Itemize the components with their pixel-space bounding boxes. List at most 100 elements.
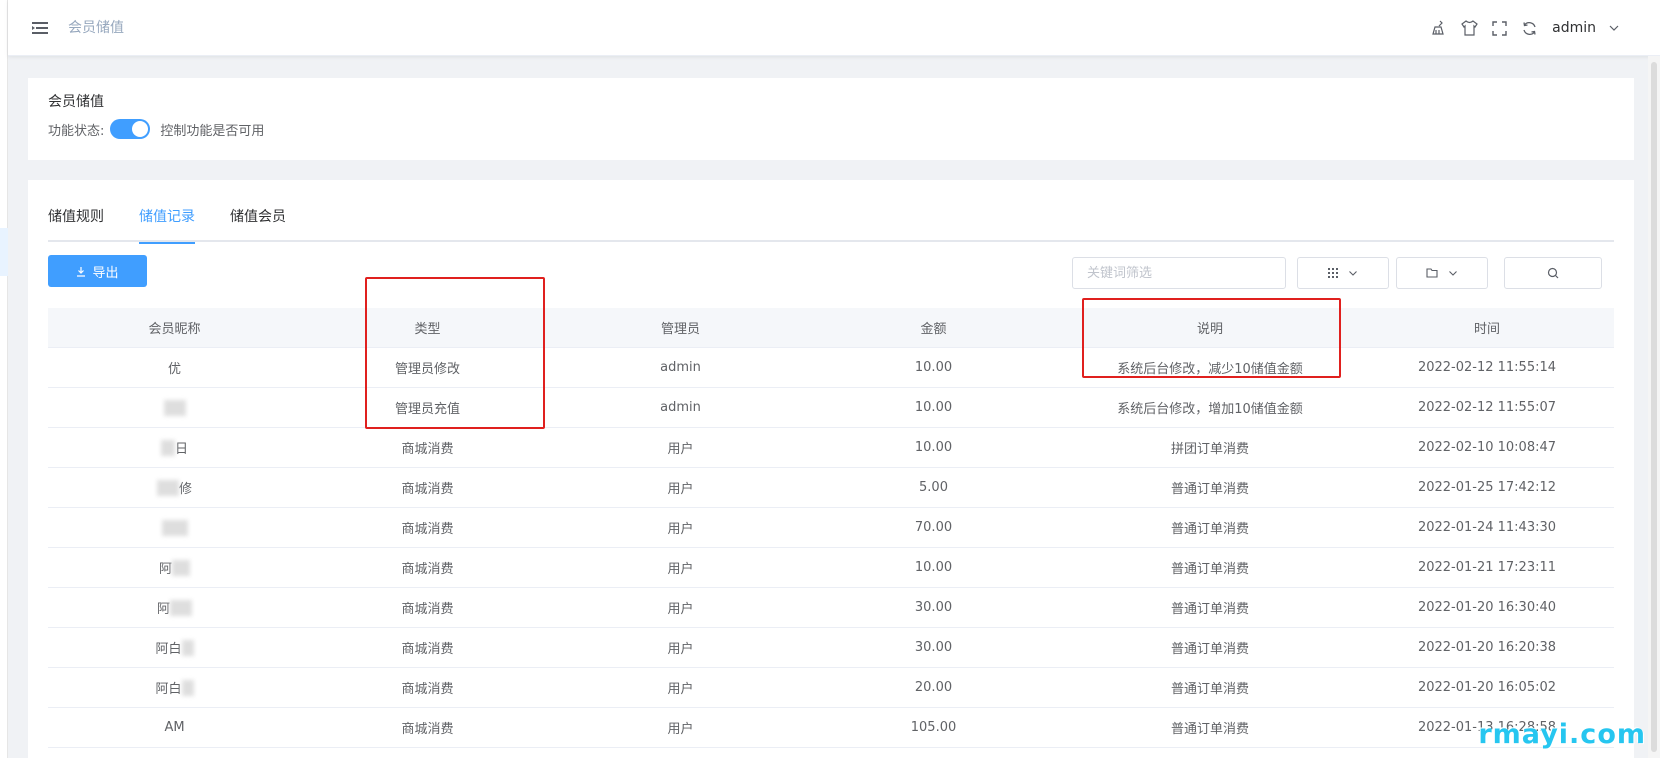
table-row: AM 商城消费 用户 105.00 普通订单消费 2022-01-13 16:2… [48, 708, 1614, 748]
cell-type: 管理员充值 [394, 402, 460, 417]
folder-icon [1426, 268, 1438, 278]
blurred-mask [181, 639, 194, 656]
nickname-text: 日 [174, 442, 188, 457]
table-row: 修 商城消费 用户 5.00 普通订单消费 2022-01-25 17:42:1… [48, 468, 1614, 508]
refresh-icon[interactable] [1520, 19, 1538, 37]
table-row: 管理员充值 admin 10.00 系统后台修改，增加10储值金额 2022-0… [48, 388, 1614, 428]
blurred-mask [172, 559, 190, 576]
tab-recharge-records[interactable]: 储值记录 [139, 204, 195, 244]
tshirt-icon[interactable] [1460, 19, 1478, 37]
cell-nickname: 阿 [48, 588, 301, 627]
broom-icon[interactable] [1430, 19, 1448, 37]
switch-knob [132, 121, 149, 137]
grid-icon [1328, 268, 1338, 278]
cell-amount: 5.00 [919, 480, 948, 495]
sidebar-active-indicator [0, 228, 8, 276]
cell-time: 2022-02-10 10:08:47 [1417, 440, 1557, 455]
cell-nickname: AM [48, 708, 301, 747]
cell-amount: 10.00 [914, 560, 953, 575]
scrollbar-thumb[interactable] [1651, 62, 1657, 752]
cell-admin: 用户 [667, 442, 694, 457]
folder-button[interactable] [1396, 257, 1488, 289]
top-header: 会员储值 admin [8, 0, 1660, 56]
export-button-label: 导出 [92, 265, 119, 281]
blurred-mask [161, 519, 188, 536]
nickname-text: 阿 [158, 562, 172, 577]
column-header-type: 类型 [414, 322, 441, 337]
cell-amount: 20.00 [914, 680, 953, 695]
nickname-text: 优 [167, 362, 181, 377]
breadcrumb: 会员储值 [68, 20, 124, 36]
cell-admin: admin [660, 360, 701, 375]
nickname-text: 修 [178, 482, 192, 497]
cell-type: 商城消费 [401, 722, 454, 737]
cell-note: 普通订单消费 [1170, 562, 1249, 577]
cell-admin: admin [660, 400, 701, 415]
cell-admin: 用户 [667, 602, 694, 617]
search-button[interactable] [1504, 257, 1602, 289]
cell-time: 2022-01-24 11:43:30 [1417, 520, 1557, 535]
page-scrollbar[interactable] [1648, 56, 1660, 758]
cell-amount: 10.00 [914, 440, 953, 455]
cell-time: 2022-01-25 17:42:12 [1417, 480, 1557, 495]
cell-type: 商城消费 [401, 562, 454, 577]
cell-note: 系统后台修改，减少10储值金额 [1117, 362, 1303, 377]
column-header-admin: 管理员 [660, 322, 700, 337]
cell-nickname: 阿白 [48, 668, 301, 707]
keyword-filter-input[interactable] [1072, 257, 1286, 289]
cell-type: 商城消费 [401, 482, 454, 497]
cell-type: 商城消费 [401, 642, 454, 657]
table-row: 阿白 商城消费 用户 20.00 普通订单消费 2022-01-20 16:05… [48, 668, 1614, 708]
tabs: 储值规则 储值记录 储值会员 [48, 204, 1614, 244]
cell-time: 2022-02-12 11:55:14 [1417, 360, 1557, 375]
function-status-switch[interactable] [110, 119, 151, 139]
chevron-down-icon [1449, 271, 1457, 276]
columns-button[interactable] [1297, 257, 1389, 289]
cell-nickname: 修 [48, 468, 301, 507]
cell-type: 商城消费 [401, 522, 454, 537]
tab-recharge-rules[interactable]: 储值规则 [48, 204, 104, 242]
column-header-amount: 金额 [920, 322, 947, 337]
cell-note: 普通订单消费 [1170, 642, 1249, 657]
nickname-text: 阿白 [155, 642, 182, 657]
nickname-text: 阿白 [155, 682, 182, 697]
cell-type: 商城消费 [401, 682, 454, 697]
watermark: rmayi.com [1478, 719, 1646, 750]
chevron-down-icon[interactable] [1608, 22, 1620, 34]
blurred-mask [170, 599, 192, 616]
user-name[interactable]: admin [1552, 20, 1596, 36]
cell-nickname: 日 [48, 428, 301, 467]
cell-note: 普通订单消费 [1170, 722, 1249, 737]
column-header-nickname: 会员昵称 [148, 322, 201, 337]
cell-note: 拼团订单消费 [1170, 442, 1249, 457]
switch-hint: 控制功能是否可用 [160, 123, 265, 139]
table-header: 会员昵称 类型 管理员 金额 说明 时间 [48, 308, 1614, 348]
cell-amount: 30.00 [914, 600, 953, 615]
download-icon [77, 266, 86, 277]
cell-amount: 70.00 [914, 520, 953, 535]
cell-type: 商城消费 [401, 602, 454, 617]
status-card: 会员储值 功能状态: 控制功能是否可用 [28, 78, 1634, 160]
search-icon [1547, 267, 1559, 279]
cell-admin: 用户 [667, 522, 694, 537]
left-sidebar-strip [0, 0, 8, 758]
cell-admin: 用户 [667, 722, 694, 737]
cell-nickname: 优 [48, 348, 301, 387]
chevron-down-icon [1349, 271, 1357, 276]
cell-time: 2022-02-12 11:55:07 [1417, 400, 1557, 415]
table-row: 阿白 商城消费 用户 30.00 普通订单消费 2022-01-20 16:20… [48, 628, 1614, 668]
cell-note: 普通订单消费 [1170, 482, 1249, 497]
tab-recharge-members[interactable]: 储值会员 [230, 204, 286, 242]
fullscreen-icon[interactable] [1490, 19, 1508, 37]
cell-admin: 用户 [667, 642, 694, 657]
cell-nickname: 阿 [48, 548, 301, 587]
cell-admin: 用户 [667, 482, 694, 497]
column-header-note: 说明 [1196, 322, 1223, 337]
nickname-text: 阿 [156, 602, 170, 617]
hamburger-icon[interactable] [30, 18, 50, 38]
status-row: 功能状态: 控制功能是否可用 [48, 116, 264, 142]
cell-nickname [48, 388, 301, 427]
nickname-text: AM [164, 720, 185, 735]
export-button[interactable]: 导出 [48, 255, 147, 287]
cell-amount: 105.00 [910, 720, 957, 735]
